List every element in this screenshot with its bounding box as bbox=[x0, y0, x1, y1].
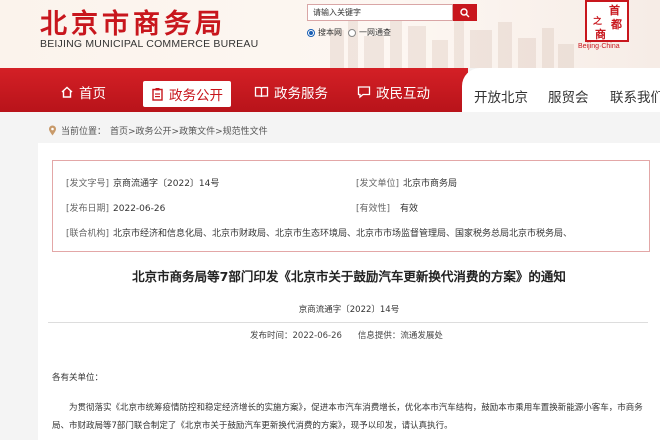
publish-info: 发布时间：2022-06-26 信息提供：流通发展处 bbox=[250, 329, 443, 341]
seal-char: 都 bbox=[611, 18, 622, 31]
info-source: 信息提供：流通发展处 bbox=[357, 331, 443, 341]
meta-value: 京商流通字〔2022〕14号 bbox=[113, 179, 220, 189]
nav-label: 首页 bbox=[79, 86, 106, 102]
meta-key: [发文字号] bbox=[66, 179, 110, 189]
seal-char: 商 bbox=[595, 28, 606, 41]
radio-site-label: 搜本网 bbox=[318, 28, 342, 37]
meta-joint-agencies: [联合机构] 北京市经济和信息化局、北京市财政局、北京市生态环境局、北京市市场监督… bbox=[66, 226, 646, 239]
divider bbox=[48, 322, 648, 323]
nav-item-gov-services[interactable]: 政务服务 bbox=[254, 81, 328, 103]
meta-value: 有效 bbox=[400, 204, 419, 214]
meta-doc-number: [发文字号] 京商流通字〔2022〕14号 bbox=[66, 176, 219, 189]
meta-key: [发布日期] bbox=[66, 204, 110, 214]
clipboard-icon bbox=[152, 88, 163, 101]
breadcrumb-path[interactable]: 首页>政务公开>政策文件>规范性文件 bbox=[110, 124, 268, 137]
nav-label: 政务公开 bbox=[169, 88, 223, 104]
document-salutation: 各有关单位： bbox=[52, 373, 104, 383]
radio-all[interactable] bbox=[348, 28, 356, 37]
book-icon bbox=[254, 86, 269, 98]
meta-date: [发布日期] 2022-06-26 bbox=[66, 201, 165, 214]
breadcrumb: 当前位置： 首页>政务公开>政策文件>规范性文件 bbox=[48, 124, 268, 137]
meta-issuer: [发文单位] 北京市商务局 bbox=[356, 176, 457, 189]
radio-all-label: 一网通查 bbox=[359, 28, 391, 37]
document-title: 北京市商务局等7部门印发《北京市关于鼓励汽车更新换代消费的方案》的通知 bbox=[132, 269, 566, 284]
nav-link-contact[interactable]: 联系我们 bbox=[610, 86, 660, 106]
site-logo-title[interactable]: 北京市商务局 bbox=[40, 2, 226, 41]
search-icon bbox=[460, 7, 470, 17]
nav-item-interaction[interactable]: 政民互动 bbox=[357, 81, 430, 103]
capital-seal-logo: 首 之 都 商 bbox=[585, 0, 629, 42]
seal-caption: Beijing·China bbox=[578, 43, 620, 50]
nav-item-home[interactable]: 首页 bbox=[60, 81, 106, 103]
meta-validity: [有效性] 有效 bbox=[356, 201, 418, 214]
radio-site[interactable] bbox=[307, 28, 315, 37]
breadcrumb-prefix: 当前位置： bbox=[61, 127, 107, 137]
meta-key: [联合机构] bbox=[66, 229, 110, 239]
meta-key: [有效性] bbox=[356, 204, 391, 214]
meta-value: 2022-06-26 bbox=[113, 204, 166, 214]
search-input[interactable]: 请输入关键字 bbox=[307, 4, 453, 21]
nav-label: 政民互动 bbox=[376, 86, 430, 102]
nav-link-ciftis[interactable]: 服贸会 bbox=[548, 86, 589, 106]
paragraph-text: 为贯彻落实《北京市统筹疫情防控和稳定经济增长的实施方案》，促进本市汽车消费增长，… bbox=[52, 403, 643, 431]
nav-item-gov-affairs[interactable]: 政务公开 bbox=[143, 81, 231, 107]
publish-time: 发布时间：2022-06-26 bbox=[250, 331, 342, 341]
meta-value: 北京市商务局 bbox=[403, 179, 458, 189]
meta-value: 北京市经济和信息化局、北京市财政局、北京市生态环境局、北京市市场监督管理局、国家… bbox=[113, 229, 573, 239]
nav-label: 政务服务 bbox=[274, 86, 328, 102]
document-number: 京商流通字〔2022〕14号 bbox=[298, 305, 400, 315]
search-scope-options: 搜本网 一网通查 bbox=[307, 27, 391, 38]
location-pin-icon bbox=[49, 125, 56, 136]
search-button[interactable] bbox=[453, 4, 477, 21]
home-icon bbox=[61, 86, 73, 98]
document-paragraph: 为贯彻落实《北京市统筹疫情防控和稳定经济增长的实施方案》，促进本市汽车消费增长，… bbox=[52, 399, 648, 435]
site-logo-subtitle: BEIJING MUNICIPAL COMMERCE BUREAU bbox=[40, 38, 259, 50]
chat-icon bbox=[357, 86, 371, 99]
meta-key: [发文单位] bbox=[356, 179, 400, 189]
nav-link-open-beijing[interactable]: 开放北京 bbox=[474, 86, 528, 106]
